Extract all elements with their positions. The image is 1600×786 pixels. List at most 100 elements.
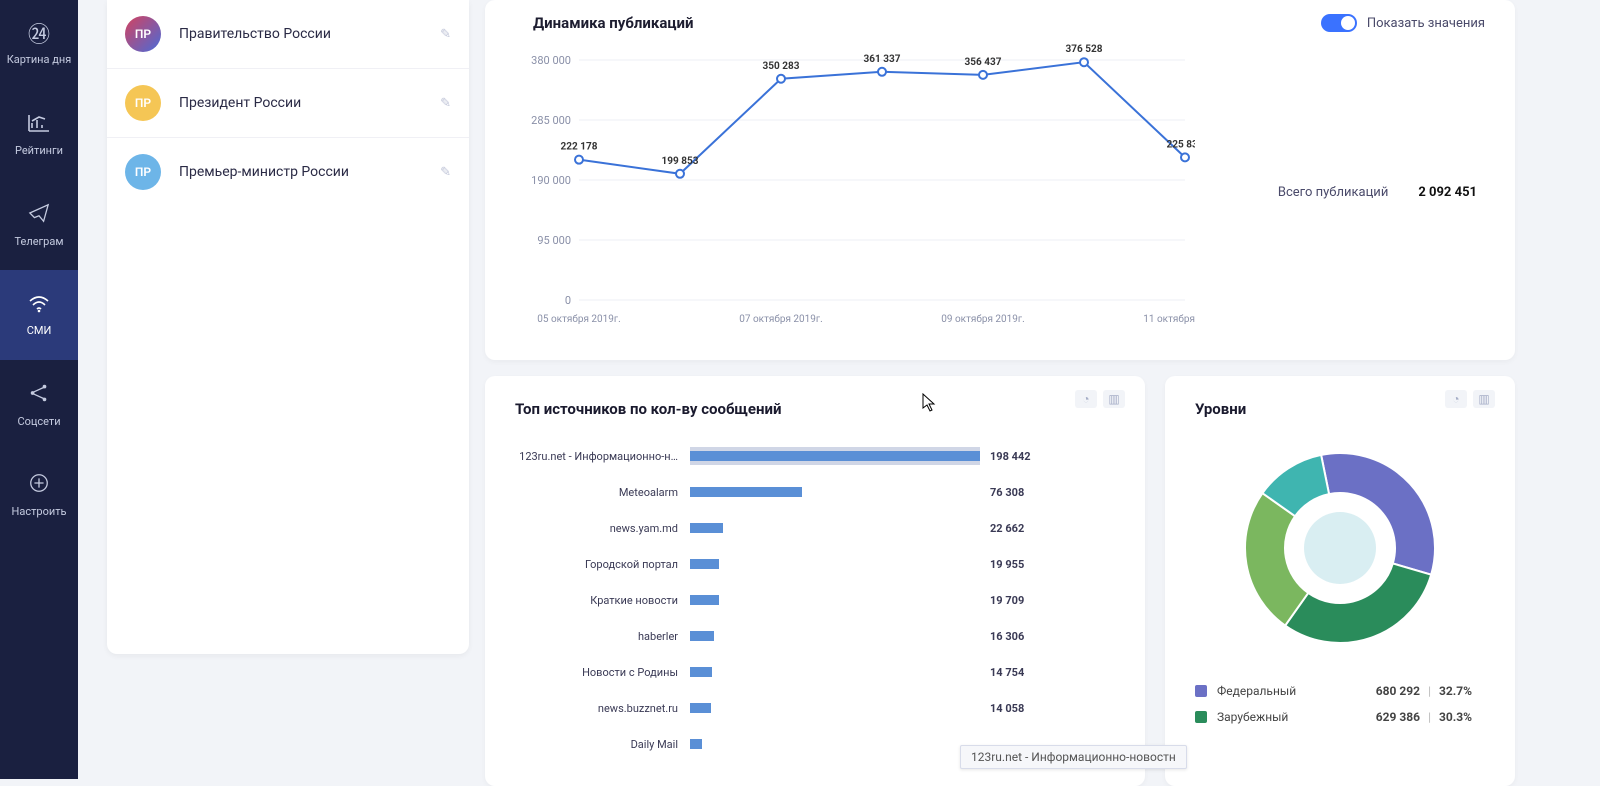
source-value: 198 442	[990, 450, 1031, 463]
source-bar	[690, 447, 980, 465]
sidebar-item-smi[interactable]: СМИ	[0, 270, 78, 360]
avatar-abbr: ПР	[135, 96, 151, 110]
sidebar-item-label: Соцсети	[17, 415, 60, 428]
sidebar: ㉔ Картина дня Рейтинги Телеграм СМИ Соцс…	[0, 0, 78, 779]
legend-row: Федеральный 680 292 | 32.7%	[1195, 678, 1485, 704]
source-bar	[690, 699, 980, 717]
filter-name: Правительство России	[179, 26, 440, 42]
filter-name: Президент России	[179, 95, 440, 111]
sidebar-item-label: Рейтинги	[15, 144, 63, 157]
source-name: Daily Mail	[515, 738, 690, 751]
pie-icon[interactable]: ◔	[1445, 390, 1467, 408]
levels-legend: Федеральный 680 292 | 32.7% Зарубежный 6…	[1195, 678, 1485, 730]
bar-icon[interactable]: ▥	[1473, 390, 1495, 408]
sidebar-item-social[interactable]: Соцсети	[0, 360, 78, 450]
pencil-icon[interactable]: ✎	[440, 96, 451, 111]
svg-text:380 000: 380 000	[531, 54, 571, 67]
source-value: 14 754	[990, 666, 1024, 679]
tooltip-text: 123ru.net - Информационно-новостн	[971, 750, 1176, 764]
pie-icon[interactable]: ◔	[1075, 390, 1097, 408]
source-value: 76 308	[990, 486, 1024, 499]
source-row[interactable]: Meteoalarm 76 308	[515, 474, 1115, 510]
source-row[interactable]: Краткие новости 19 709	[515, 582, 1115, 618]
avatar: ПР	[125, 154, 161, 190]
source-name: 123ru.net - Информационно-н…	[515, 450, 690, 463]
plus-circle-icon	[28, 472, 50, 499]
card-title: Топ источников по кол-ву сообщений	[515, 400, 1115, 418]
filter-row[interactable]: ПР Президент России ✎	[107, 68, 469, 137]
total-value: 2 092 451	[1418, 185, 1477, 200]
svg-text:376 528: 376 528	[1066, 44, 1103, 55]
svg-text:285 000: 285 000	[531, 114, 571, 127]
sidebar-item-label: Настроить	[12, 505, 67, 518]
share-icon	[28, 382, 50, 409]
source-value: 19 709	[990, 594, 1024, 607]
legend-swatch	[1195, 711, 1207, 723]
source-row[interactable]: 123ru.net - Информационно-н… 198 442	[515, 438, 1115, 474]
svg-text:07 октября 2019г.: 07 октября 2019г.	[739, 313, 822, 325]
show-values-toggle[interactable]: Показать значения	[1321, 14, 1485, 32]
sidebar-item-label: Картина дня	[7, 53, 72, 66]
source-name: haberler	[515, 630, 690, 643]
pencil-icon[interactable]: ✎	[440, 165, 451, 180]
sidebar-item-label: Телеграм	[15, 235, 64, 248]
source-bar	[690, 555, 980, 573]
source-value: 22 662	[990, 522, 1024, 535]
chart-type-switch: ◔ ▥	[1445, 390, 1495, 408]
source-row[interactable]: haberler 16 306	[515, 618, 1115, 654]
source-row[interactable]: news.yam.md 22 662	[515, 510, 1115, 546]
avatar-abbr: ПР	[135, 165, 151, 179]
svg-text:225 835: 225 835	[1167, 139, 1195, 150]
pencil-icon[interactable]: ✎	[440, 27, 451, 42]
filter-row[interactable]: ПР Правительство России ✎	[107, 0, 469, 68]
svg-text:222 178: 222 178	[561, 142, 598, 153]
svg-text:11 октября 2019г.: 11 октября 2019г.	[1143, 313, 1195, 325]
card-title: Уровни	[1195, 400, 1485, 418]
source-value: 19 955	[990, 558, 1024, 571]
source-value: 16 306	[990, 630, 1024, 643]
avatar-abbr: ПР	[135, 27, 151, 41]
source-bar	[690, 663, 980, 681]
svg-text:350 283: 350 283	[763, 61, 800, 72]
svg-text:199 853: 199 853	[662, 156, 699, 167]
legend-name: Федеральный	[1217, 684, 1352, 698]
source-name: Новости с Родины	[515, 666, 690, 679]
sidebar-item-telegram[interactable]: Телеграм	[0, 180, 78, 270]
svg-text:09 октября 2019г.: 09 октября 2019г.	[941, 313, 1024, 325]
legend-row: Зарубежный 629 386 | 30.3%	[1195, 704, 1485, 730]
empty-panel	[107, 222, 469, 642]
sources-bar-list: 123ru.net - Информационно-н… 198 442 Met…	[515, 438, 1115, 762]
chart-type-switch: ◔ ▥	[1075, 390, 1125, 408]
legend-swatch	[1195, 685, 1207, 697]
legend-name: Зарубежный	[1217, 710, 1352, 724]
svg-text:05 октября 2019г.: 05 октября 2019г.	[537, 313, 620, 325]
source-name: Городской портал	[515, 558, 690, 571]
filter-row[interactable]: ПР Премьер-министр России ✎	[107, 137, 469, 206]
toggle-switch[interactable]	[1321, 14, 1357, 32]
svg-text:95 000: 95 000	[537, 234, 571, 247]
tooltip: 123ru.net - Информационно-новостн	[960, 745, 1187, 769]
source-bar	[690, 591, 980, 609]
source-row[interactable]: Городской портал 19 955	[515, 546, 1115, 582]
line-chart: 095 000190 000285 000380 00005 октября 2…	[495, 40, 1195, 350]
source-name: news.buzznet.ru	[515, 702, 690, 715]
legend-count: 629 386	[1352, 710, 1420, 724]
sidebar-item-ratings[interactable]: Рейтинги	[0, 90, 78, 180]
source-row[interactable]: news.buzznet.ru 14 058	[515, 690, 1115, 726]
donut-chart	[1195, 438, 1485, 658]
paper-plane-icon	[28, 202, 50, 229]
card-title: Динамика публикаций	[533, 14, 693, 32]
source-name: Meteoalarm	[515, 486, 690, 499]
svg-text:361 337: 361 337	[864, 54, 901, 65]
bar-icon[interactable]: ▥	[1103, 390, 1125, 408]
svg-text:356 437: 356 437	[965, 57, 1002, 68]
legend-count: 680 292	[1352, 684, 1420, 698]
toggle-label: Показать значения	[1367, 16, 1485, 31]
avatar: ПР	[125, 85, 161, 121]
svg-text:0: 0	[565, 294, 571, 307]
source-row[interactable]: Новости с Родины 14 754	[515, 654, 1115, 690]
sidebar-item-settings[interactable]: Настроить	[0, 450, 78, 540]
filter-panel: ПР Правительство России ✎ ПР Президент Р…	[107, 0, 469, 654]
sidebar-item-daily[interactable]: ㉔ Картина дня	[0, 0, 78, 90]
source-bar	[690, 519, 980, 537]
